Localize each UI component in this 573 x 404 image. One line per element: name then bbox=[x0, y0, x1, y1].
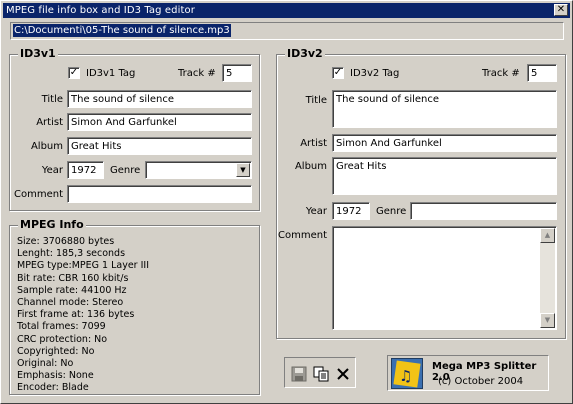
id3v1-title-input[interactable]: The sound of silence bbox=[67, 90, 252, 108]
id3v1-tag-label: ID3v1 Tag bbox=[86, 68, 136, 79]
id3v2-title-label: Title bbox=[305, 95, 327, 106]
id3v2-group: ID3v2 ✓ ID3v2 Tag Track # 5 Title The so… bbox=[276, 47, 566, 339]
id3v1-title-label: Title bbox=[41, 94, 63, 105]
mpeg-info-line: Total frames: 7099 bbox=[17, 321, 106, 333]
id3v2-album-input[interactable]: Great Hits bbox=[332, 157, 557, 195]
comment-scrollbar[interactable]: ▲ ▼ bbox=[540, 228, 555, 328]
mpeg-info-line: Encoder: Blade bbox=[17, 382, 89, 394]
id3v1-genre-label: Genre bbox=[110, 165, 141, 176]
mpeg-info-line: Channel mode: Stereo bbox=[17, 297, 124, 309]
close-window-button[interactable]: ✕ bbox=[554, 4, 568, 16]
mpeg-info-line: Sample rate: 44100 Hz bbox=[17, 284, 127, 296]
about-panel: ♫ Mega MP3 Splitter 2.0 (c) October 2004 bbox=[387, 355, 549, 391]
id3v2-artist-input[interactable]: Simon And Garfunkel bbox=[332, 134, 557, 152]
action-toolbar bbox=[284, 357, 356, 388]
id3v2-album-label: Album bbox=[294, 161, 327, 172]
id3v1-tag-checkbox[interactable]: ✓ bbox=[68, 67, 80, 79]
file-path-field[interactable]: C:\Documenti\05-The sound of silence.mp3 bbox=[10, 22, 564, 40]
id3v1-album-input[interactable]: Great Hits bbox=[67, 137, 252, 155]
scroll-up-icon[interactable]: ▲ bbox=[540, 228, 555, 243]
copy-icon[interactable] bbox=[311, 364, 331, 383]
app-copyright: (c) October 2004 bbox=[438, 376, 524, 387]
id3v2-genre-input[interactable] bbox=[410, 202, 557, 220]
mpeg-info-line: CRC protection: No bbox=[17, 333, 108, 345]
id3v2-tag-label: ID3v2 Tag bbox=[350, 68, 400, 79]
file-path-text: C:\Documenti\05-The sound of silence.mp3 bbox=[13, 24, 231, 37]
close-icon[interactable] bbox=[333, 364, 353, 383]
mpeg-info-lines: Size: 3706880 bytes Lenght: 185,3 second… bbox=[17, 236, 149, 395]
id3v2-legend: ID3v2 bbox=[285, 47, 325, 61]
app-logo-icon: ♫ bbox=[391, 358, 423, 389]
mpeg-info-group: MPEG Info Size: 3706880 bytes Lenght: 18… bbox=[9, 218, 260, 395]
id3v1-legend: ID3v1 bbox=[18, 47, 58, 61]
window-title: MPEG file info box and ID3 Tag editor bbox=[6, 5, 195, 16]
id3v1-comment-input[interactable] bbox=[67, 185, 252, 203]
mpeg-info-line: Size: 3706880 bytes bbox=[17, 236, 115, 247]
id3v1-album-label: Album bbox=[30, 141, 63, 152]
scroll-down-icon[interactable]: ▼ bbox=[540, 313, 555, 328]
id3v2-genre-label: Genre bbox=[376, 206, 407, 217]
mpeg-info-line: MPEG type:MPEG 1 Layer III bbox=[17, 260, 150, 272]
id3v2-track-label: Track # bbox=[482, 68, 520, 79]
mpeg-info-line: Original: No bbox=[17, 358, 74, 370]
id3v2-year-label: Year bbox=[305, 206, 327, 217]
id3v1-comment-label: Comment bbox=[14, 189, 63, 200]
id3v1-year-input[interactable]: 1972 bbox=[67, 161, 104, 179]
save-icon[interactable] bbox=[289, 364, 309, 383]
id3v2-comment-input[interactable]: ▲ ▼ bbox=[332, 226, 557, 330]
id3v1-group: ID3v1 ✓ ID3v1 Tag Track # 5 Title The so… bbox=[9, 47, 260, 211]
mpeg-info-line: Emphasis: None bbox=[17, 370, 94, 382]
id3v2-track-input[interactable]: 5 bbox=[527, 64, 557, 82]
id3v1-track-label: Track # bbox=[178, 68, 216, 79]
id3v1-genre-select[interactable]: ▼ bbox=[145, 161, 252, 179]
mpeg-info-line: Lenght: 185,3 seconds bbox=[17, 248, 126, 260]
mpeg-info-line: Copyrighted: No bbox=[17, 345, 95, 357]
chevron-down-icon[interactable]: ▼ bbox=[236, 163, 250, 177]
id3v1-artist-label: Artist bbox=[36, 117, 63, 128]
id3v1-artist-input[interactable]: Simon And Garfunkel bbox=[67, 113, 252, 131]
mpeg-info-line: Bit rate: CBR 160 kbit/s bbox=[17, 272, 129, 284]
id3v2-comment-label: Comment bbox=[278, 230, 327, 241]
id3v2-artist-label: Artist bbox=[300, 138, 327, 149]
mpeg-info-line: First frame at: 136 bytes bbox=[17, 309, 135, 321]
id3v1-year-label: Year bbox=[41, 165, 63, 176]
id3v1-track-input[interactable]: 5 bbox=[222, 64, 252, 82]
mpeg-info-legend: MPEG Info bbox=[18, 218, 86, 232]
id3v2-year-input[interactable]: 1972 bbox=[332, 202, 370, 220]
id3v2-title-input[interactable]: The sound of silence bbox=[332, 90, 557, 128]
id3v2-tag-checkbox[interactable]: ✓ bbox=[332, 67, 344, 79]
title-bar: MPEG file info box and ID3 Tag editor ✕ bbox=[3, 3, 570, 18]
main-window: MPEG file info box and ID3 Tag editor ✕ … bbox=[0, 0, 573, 404]
